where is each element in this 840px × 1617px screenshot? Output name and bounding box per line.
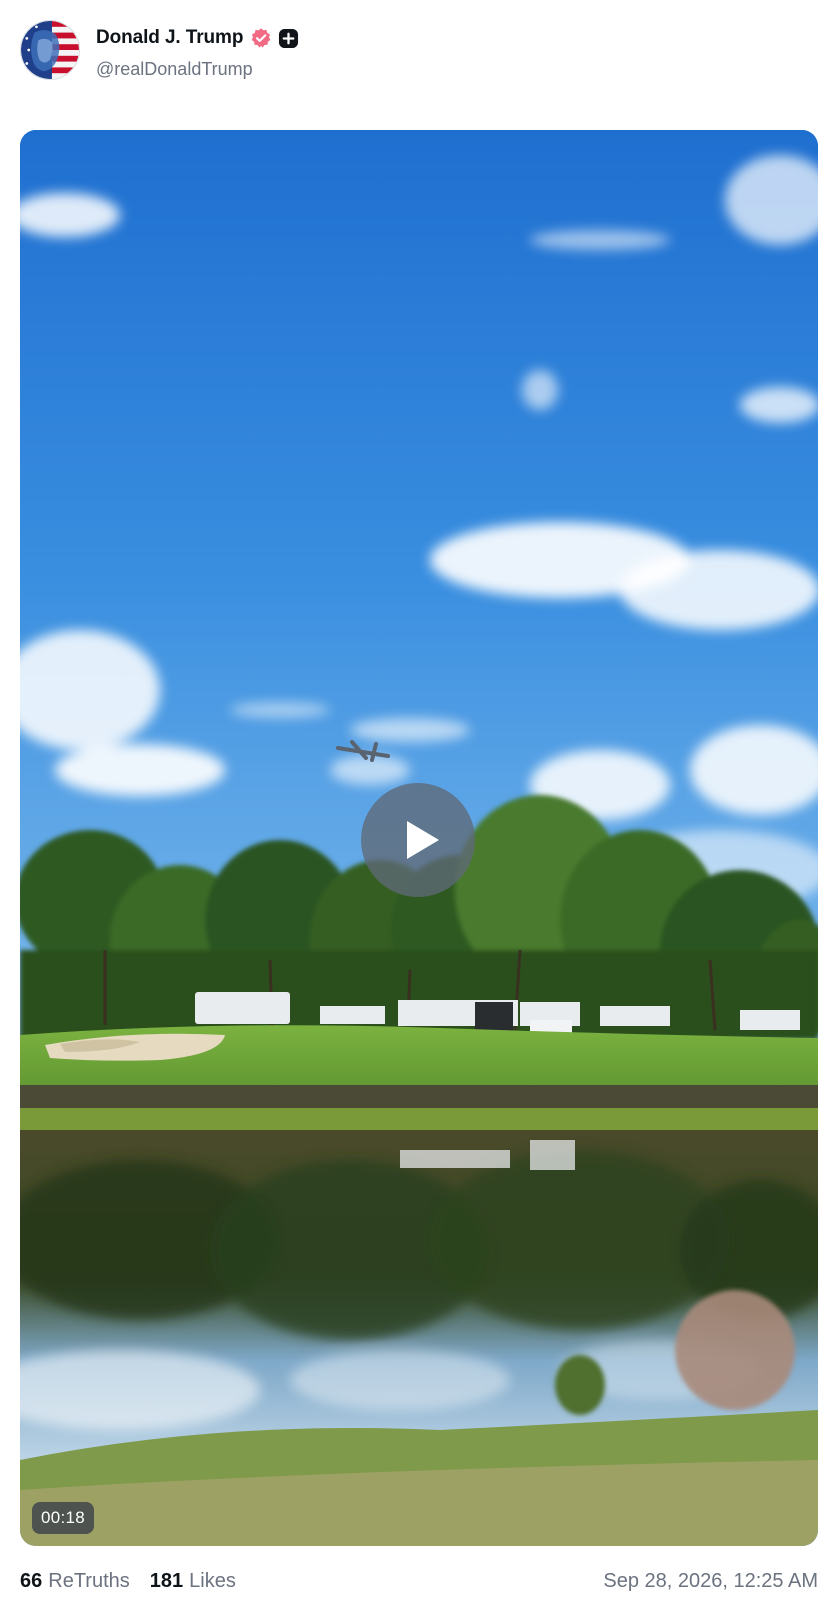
post-footer: 66 ReTruths 181 Likes Sep 28, 2026, 12:2… (20, 1566, 818, 1596)
likes-stat[interactable]: 181 Likes (150, 1570, 236, 1593)
handle[interactable]: @realDonaldTrump (96, 59, 299, 80)
play-icon (407, 821, 439, 859)
plus-badge-icon (279, 28, 299, 48)
play-button[interactable] (361, 783, 475, 897)
video-duration-badge: 00:18 (32, 1502, 95, 1534)
avatar[interactable] (20, 20, 80, 80)
post-timestamp[interactable]: Sep 28, 2026, 12:25 AM (603, 1570, 818, 1593)
likes-label: Likes (189, 1569, 236, 1592)
video-player[interactable]: 00:18 (20, 130, 818, 1546)
display-name[interactable]: Donald J. Trump (96, 27, 243, 49)
name-row: Donald J. Trump (96, 26, 299, 50)
retruths-count: 66 (20, 1569, 43, 1592)
engagement-stats: 66 ReTruths 181 Likes (20, 1570, 236, 1593)
post-header: Donald J. Trump @realDonaldTrump (20, 20, 299, 84)
retruths-label: ReTruths (48, 1569, 130, 1592)
likes-count: 181 (149, 1569, 184, 1592)
retruths-stat[interactable]: 66 ReTruths (20, 1570, 130, 1593)
verified-badge-icon (252, 28, 271, 48)
truth-post: Donald J. Trump @realDonaldTrump 00:18 6… (0, 0, 840, 1617)
flag-portrait-avatar-icon (21, 21, 79, 79)
author-info: Donald J. Trump @realDonaldTrump (96, 20, 299, 80)
